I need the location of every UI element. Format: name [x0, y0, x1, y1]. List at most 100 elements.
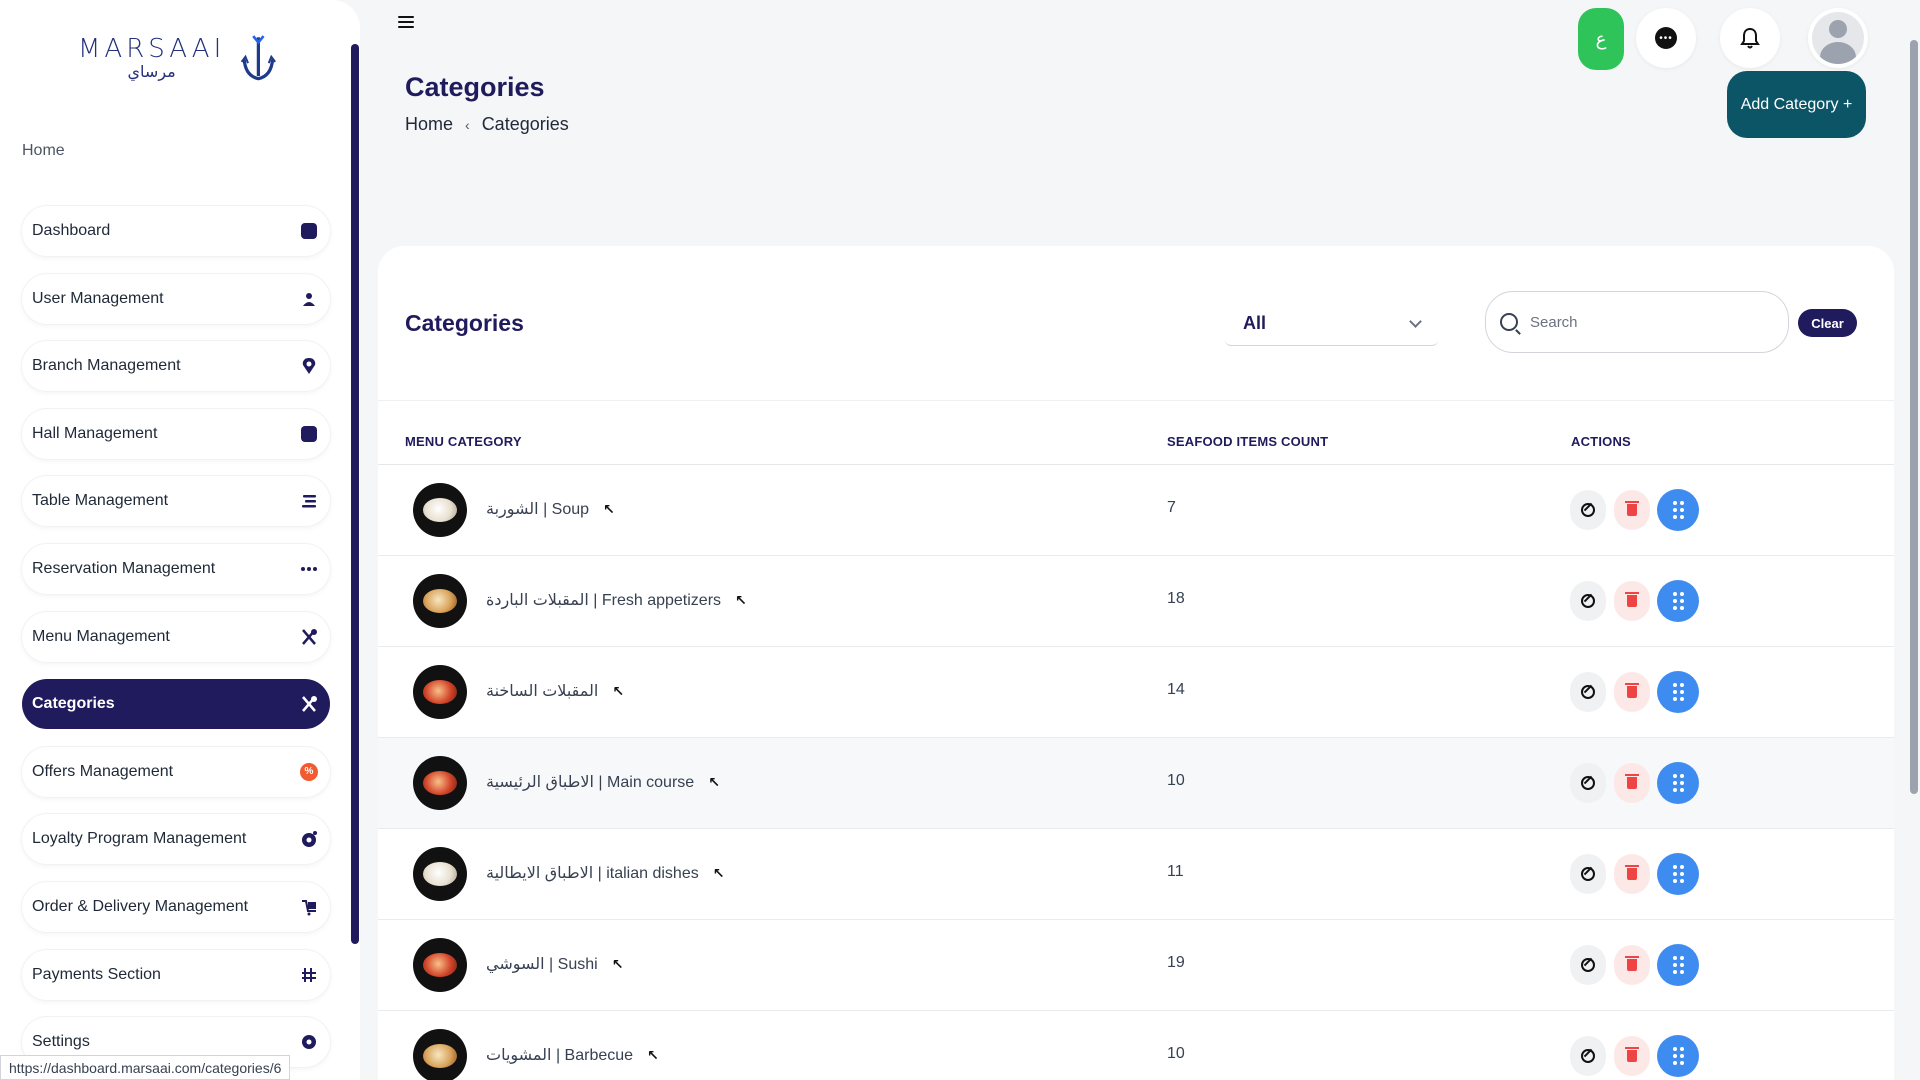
- delete-button[interactable]: [1614, 945, 1650, 985]
- category-name[interactable]: المقبلات الباردة | Fresh appetizers ↖: [486, 590, 747, 610]
- open-link-icon[interactable]: ↖: [612, 683, 624, 700]
- logo-name-ar: مرساي: [127, 64, 176, 81]
- items-count: 19: [1167, 954, 1185, 971]
- trash-icon: [1625, 1047, 1639, 1062]
- open-link-icon[interactable]: ↖: [713, 865, 725, 882]
- edit-button[interactable]: [1570, 581, 1606, 621]
- edit-button[interactable]: [1570, 672, 1606, 712]
- breadcrumb-current: Categories: [481, 114, 569, 134]
- breadcrumb-home-link[interactable]: Home: [405, 114, 453, 135]
- sidebar-item-menu-management[interactable]: Menu Management: [22, 611, 330, 662]
- delete-button[interactable]: [1614, 1036, 1650, 1076]
- edit-button[interactable]: [1570, 854, 1606, 894]
- notifications-button[interactable]: [1720, 8, 1780, 68]
- edit-icon: [1581, 503, 1595, 517]
- open-link-icon[interactable]: ↖: [735, 592, 747, 609]
- sidebar-item-offers-management[interactable]: Offers Management %: [22, 746, 330, 797]
- edit-button[interactable]: [1570, 763, 1606, 803]
- bell-icon: [1740, 27, 1760, 49]
- category-image: [413, 483, 467, 537]
- sidebar-item-table-management[interactable]: Table Management: [22, 476, 330, 527]
- category-name[interactable]: السوشي | Sushi ↖: [486, 954, 623, 974]
- filter-select[interactable]: All: [1225, 301, 1438, 346]
- sidebar: MARSAAI مرساي Home Dashboard User Manage…: [0, 0, 360, 1080]
- more-actions-button[interactable]: [1657, 762, 1699, 804]
- category-image: [413, 756, 467, 810]
- sidebar-item-label: Order & Delivery Management: [32, 897, 249, 915]
- profile-button[interactable]: [1808, 8, 1868, 68]
- search-input[interactable]: [1530, 313, 1750, 331]
- delete-button[interactable]: [1614, 672, 1650, 712]
- items-count: 10: [1167, 772, 1185, 789]
- delete-button[interactable]: [1614, 854, 1650, 894]
- edit-icon: [1581, 594, 1595, 608]
- category-name[interactable]: الاطباق الرئيسية | Main course ↖: [486, 772, 720, 792]
- more-actions-button[interactable]: [1657, 489, 1699, 531]
- category-name[interactable]: المشويات | Barbecue ↖: [486, 1045, 659, 1065]
- trash-icon: [1625, 774, 1639, 789]
- table-icon: [298, 490, 320, 512]
- category-name[interactable]: الاطباق الايطالية | italian dishes ↖: [486, 863, 724, 883]
- chat-button[interactable]: •••: [1636, 8, 1696, 68]
- items-count: 10: [1167, 1045, 1185, 1062]
- sidebar-item-label: Payments Section: [32, 965, 161, 983]
- open-link-icon[interactable]: ↖: [603, 501, 615, 518]
- grid-dots-icon: [1672, 592, 1684, 610]
- grid-dots-icon: [1672, 774, 1684, 792]
- chevron-down-icon: [1409, 314, 1422, 328]
- category-image: [413, 847, 467, 901]
- search-field[interactable]: [1485, 291, 1789, 353]
- clear-button[interactable]: Clear: [1798, 309, 1857, 337]
- add-category-button[interactable]: Add Category +: [1727, 71, 1866, 138]
- trash-icon: [1625, 865, 1639, 880]
- category-name[interactable]: المقبلات الساخنة ↖: [486, 681, 624, 701]
- sidebar-item-reservation-management[interactable]: Reservation Management: [22, 543, 330, 594]
- hamburger-menu-icon[interactable]: [398, 16, 414, 28]
- sidebar-item-label: Offers Management: [32, 762, 174, 780]
- sidebar-item-branch-management[interactable]: Branch Management: [22, 341, 330, 392]
- open-link-icon[interactable]: ↖: [708, 774, 720, 791]
- breadcrumb-separator: ‹: [465, 116, 470, 133]
- sidebar-item-payments-section[interactable]: Payments Section: [22, 949, 330, 1000]
- category-name[interactable]: الشوربة | Soup ↖: [486, 499, 615, 519]
- edit-button[interactable]: [1570, 1036, 1606, 1076]
- avatar-icon: [1812, 12, 1864, 64]
- delete-button[interactable]: [1614, 490, 1650, 530]
- sidebar-item-categories[interactable]: Categories: [22, 679, 330, 730]
- more-actions-button[interactable]: [1657, 580, 1699, 622]
- sidebar-item-order-delivery-management[interactable]: Order & Delivery Management: [22, 881, 330, 932]
- sidebar-item-hall-management[interactable]: Hall Management: [22, 408, 330, 459]
- more-actions-button[interactable]: [1657, 853, 1699, 895]
- dashboard-icon: [298, 220, 320, 242]
- more-actions-button[interactable]: [1657, 1035, 1699, 1077]
- edit-icon: [1581, 867, 1595, 881]
- status-bar-url: https://dashboard.marsaai.com/categories…: [0, 1055, 291, 1080]
- chat-icon: •••: [1655, 27, 1677, 49]
- language-toggle-button[interactable]: ع: [1578, 8, 1624, 70]
- trash-icon: [1625, 592, 1639, 607]
- location-pin-icon: [298, 355, 320, 377]
- sidebar-scrollbar[interactable]: [351, 44, 359, 944]
- card-title: Categories: [405, 310, 524, 336]
- edit-button[interactable]: [1570, 945, 1606, 985]
- sidebar-item-user-management[interactable]: User Management: [22, 273, 330, 324]
- table-row: المشويات | Barbecue ↖ 10: [378, 1011, 1894, 1080]
- table-row: المقبلات الساخنة ↖ 14: [378, 647, 1894, 738]
- open-link-icon[interactable]: ↖: [612, 956, 624, 973]
- breadcrumb: Home ‹ Categories: [405, 114, 569, 135]
- page-scrollbar[interactable]: [1910, 40, 1918, 794]
- sidebar-item-loyalty-program-management[interactable]: Loyalty Program Management: [22, 814, 330, 865]
- edit-button[interactable]: [1570, 490, 1606, 530]
- sidebar-item-dashboard[interactable]: Dashboard: [22, 206, 330, 256]
- brand-logo[interactable]: MARSAAI مرساي: [78, 18, 278, 98]
- logo-text: MARSAAI مرساي: [78, 34, 225, 82]
- delete-button[interactable]: [1614, 763, 1650, 803]
- more-actions-button[interactable]: [1657, 671, 1699, 713]
- delete-button[interactable]: [1614, 581, 1650, 621]
- anchor-logo-icon: [241, 35, 277, 81]
- more-actions-button[interactable]: [1657, 944, 1699, 986]
- categories-card: Categories All Clear MENU CATEGORY SEAFO…: [378, 246, 1894, 1080]
- open-link-icon[interactable]: ↖: [647, 1047, 659, 1064]
- trash-icon: [1625, 501, 1639, 516]
- grid-dots-icon: [1672, 865, 1684, 883]
